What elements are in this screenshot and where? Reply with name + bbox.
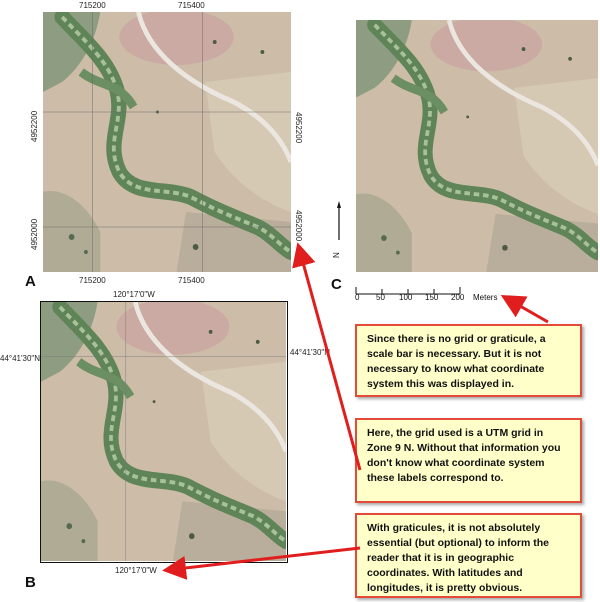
north-label: N	[332, 252, 341, 258]
panel-a-letter: A	[25, 273, 36, 290]
scale-tick-150: 150	[425, 293, 439, 302]
scale-tick-0: 0	[355, 293, 360, 302]
scale-tick-200: 200	[451, 293, 465, 302]
graticule-right-label: 44°41'30"N	[290, 348, 331, 357]
note-utm-grid: Here, the grid used is a UTM grid in Zon…	[355, 418, 582, 503]
grid-left-label-2: 4952000	[30, 218, 39, 250]
scale-unit: Meters	[473, 293, 498, 302]
grid-bottom-label-2: 715400	[178, 276, 205, 285]
scale-tick-100: 100	[399, 293, 413, 302]
grid-left-label-1: 4952200	[30, 110, 39, 142]
note-graticules: With graticules, it is not absolutely es…	[355, 513, 582, 598]
panel-c-letter: C	[331, 276, 342, 293]
map-panel-b	[40, 301, 288, 563]
panel-b-letter: B	[25, 574, 36, 591]
grid-right-label-2: 4952000	[294, 210, 303, 242]
scale-tick-50: 50	[376, 293, 385, 302]
graticule-bottom-label: 120°17'0"W	[115, 566, 157, 575]
map-panel-a	[43, 12, 291, 272]
note-scale-bar: Since there is no grid or graticule, a s…	[355, 324, 582, 397]
map-panel-c	[356, 20, 598, 272]
arrow-to-scale-bar	[500, 295, 549, 324]
grid-top-label-1: 715200	[79, 1, 106, 10]
graticule-left-label: 44°41'30"N	[0, 354, 41, 363]
north-arrow	[337, 201, 341, 240]
graticule-top-label: 120°17'0"W	[113, 290, 155, 299]
scale-bar: 0 50 100 150 200 Meters	[355, 284, 505, 308]
grid-right-label-1: 4952200	[294, 112, 303, 144]
arrow-to-utm-labels	[292, 242, 362, 471]
grid-top-label-2: 715400	[178, 1, 205, 10]
grid-bottom-label-1: 715200	[79, 276, 106, 285]
